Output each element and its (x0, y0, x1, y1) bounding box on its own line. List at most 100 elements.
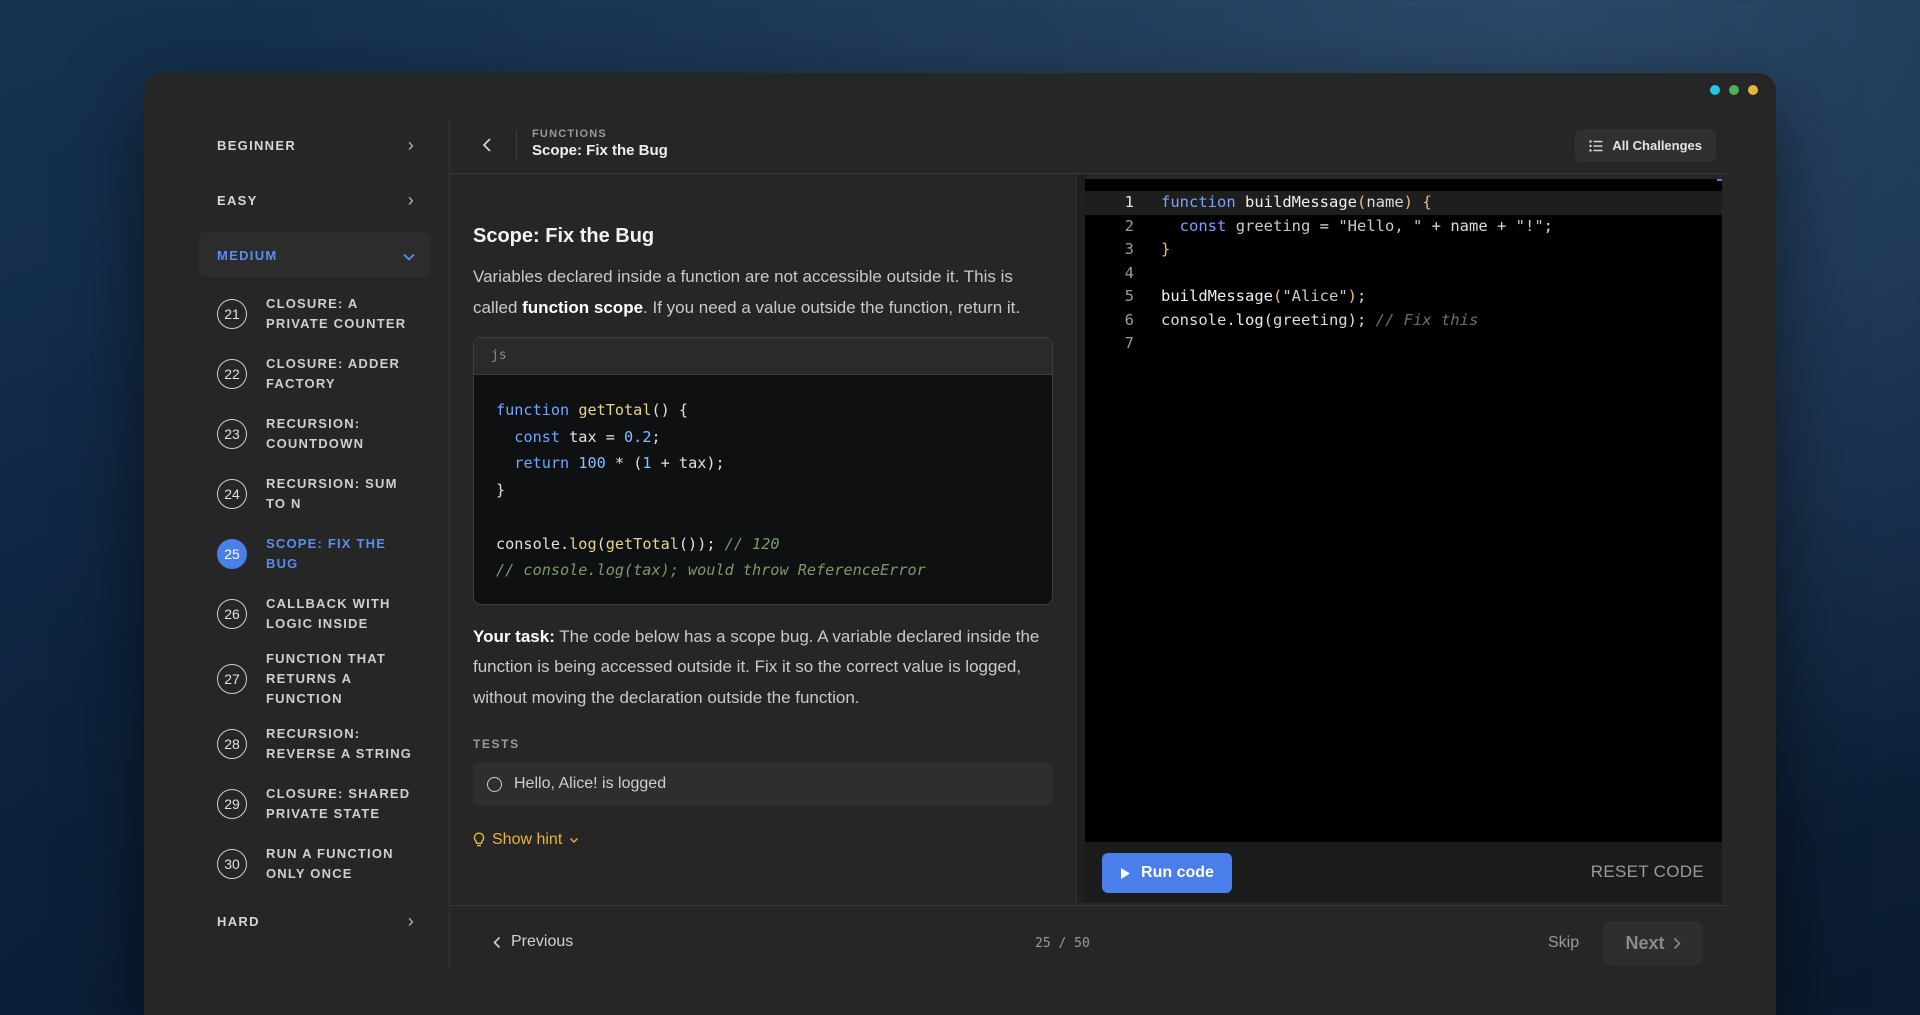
challenge-item-21[interactable]: 21 CLOSURE: A PRIVATE COUNTER (199, 284, 431, 344)
challenge-label: RECURSION: COUNTDOWN (266, 416, 365, 451)
challenge-number: 22 (217, 359, 247, 389)
challenge-label: RECURSION: SUM TO N (266, 476, 398, 511)
line-code: const greeting = "Hello, " + name + "!"; (1179, 216, 1554, 235)
header-separator (516, 130, 517, 160)
challenge-item-27[interactable]: 27 FUNCTION THAT RETURNS A FUNCTION (199, 644, 431, 714)
example-code-block: js function getTotal() { const tax = 0.2… (473, 337, 1053, 605)
category-label: FUNCTIONS (532, 128, 607, 140)
level-label: MEDIUM (217, 247, 278, 263)
footer-divider (450, 905, 1726, 906)
challenge-number: 23 (217, 419, 247, 449)
challenge-item-29[interactable]: 29 CLOSURE: SHARED PRIVATE STATE (199, 774, 431, 834)
task-description: Your task: The code below has a scope bu… (473, 622, 1053, 714)
window-dots (1710, 85, 1758, 95)
line-number: 6 (1124, 310, 1134, 329)
scroll-indicator (1717, 179, 1722, 181)
challenge-label: FUNCTION THAT RETURNS A FUNCTION (266, 651, 387, 706)
line-number: 7 (1124, 334, 1134, 352)
line-code: } (1161, 240, 1171, 258)
example-code: function getTotal() { const tax = 0.2; r… (496, 401, 926, 580)
level-easy[interactable]: EASY › (199, 173, 431, 228)
challenge-item-26[interactable]: 26 CALLBACK WITH LOGIC INSIDE (199, 584, 431, 644)
line-code: buildMessage("Alice"); (1161, 287, 1367, 305)
line-number: 4 (1124, 263, 1134, 282)
skip-button[interactable]: Skip (1548, 934, 1579, 952)
level-beginner[interactable]: BEGINNER › (199, 118, 431, 173)
editor-line: 4 (1085, 262, 1722, 286)
editor-line: 2 const greeting = "Hello, " + name + "!… (1085, 215, 1722, 239)
back-button[interactable] (474, 130, 500, 160)
progress-counter: 25 / 50 (1035, 936, 1090, 951)
challenge-label: CLOSURE: ADDER FACTORY (266, 356, 401, 391)
level-label: BEGINNER (217, 138, 297, 153)
all-challenges-button[interactable]: All Challenges (1575, 129, 1716, 162)
challenge-label: CALLBACK WITH LOGIC INSIDE (266, 596, 391, 631)
challenge-item-30[interactable]: 30 RUN A FUNCTION ONLY ONCE (199, 834, 431, 894)
challenge-label: CLOSURE: A PRIVATE COUNTER (266, 296, 407, 331)
level-medium[interactable]: MEDIUM (199, 232, 431, 278)
all-challenges-label: All Challenges (1612, 138, 1702, 153)
chevron-right-icon: › (407, 135, 415, 155)
intro-text-2: . If you need a value outside the functi… (643, 297, 1021, 317)
line-number: 2 (1124, 216, 1134, 235)
code-editor[interactable]: 1 function buildMessage(name) { 2 const … (1085, 179, 1722, 842)
challenge-label: RUN A FUNCTION ONLY ONCE (266, 846, 394, 881)
challenge-number: 30 (217, 849, 247, 879)
chevron-right-icon (1673, 937, 1681, 949)
editor-line: 3 } (1085, 238, 1722, 262)
editor-line: 6 console.log(greeting); // Fix this (1085, 309, 1722, 333)
chevron-left-icon (482, 138, 491, 152)
run-code-button[interactable]: Run code (1102, 853, 1232, 893)
lightbulb-icon (473, 832, 485, 847)
line-number: 1 (1124, 193, 1134, 211)
reset-code-button[interactable]: RESET CODE (1591, 862, 1704, 882)
challenge-number: 26 (217, 599, 247, 629)
level-hard[interactable]: HARD › (199, 894, 431, 949)
lesson-panel: Scope: Fix the Bug Variables declared in… (473, 219, 1053, 849)
lesson-intro: Variables declared inside a function are… (473, 262, 1053, 323)
challenge-item-28[interactable]: 28 RECURSION: REVERSE A STRING (199, 714, 431, 774)
sidebar-divider (449, 118, 450, 968)
pane-resize-handle[interactable] (1076, 174, 1085, 903)
test-label: Hello, Alice! is logged (514, 775, 667, 793)
code-language-label: js (474, 338, 1052, 375)
challenge-label: RECURSION: REVERSE A STRING (266, 726, 413, 761)
challenge-number: 24 (217, 479, 247, 509)
editor-line: 1 function buildMessage(name) { (1085, 191, 1722, 215)
challenge-number: 28 (217, 729, 247, 759)
play-icon (1121, 867, 1131, 879)
yellow-dot (1748, 85, 1758, 95)
challenge-label: CLOSURE: SHARED PRIVATE STATE (266, 786, 411, 821)
editor-line: 7 (1085, 332, 1722, 356)
challenge-item-25[interactable]: 25 SCOPE: FIX THE BUG (199, 524, 431, 584)
show-hint-button[interactable]: Show hint (473, 831, 1053, 849)
header: FUNCTIONS Scope: Fix the Bug All Challen… (450, 118, 1726, 174)
chevron-down-icon (403, 245, 415, 266)
chevron-right-icon: › (407, 190, 415, 210)
lesson-title: Scope: Fix the Bug (473, 225, 655, 247)
task-text: The code below has a scope bug. A variab… (473, 626, 1040, 707)
intro-bold: function scope (522, 297, 644, 317)
previous-button[interactable]: Previous (493, 933, 573, 951)
tests-heading: TESTS (473, 737, 520, 752)
line-number: 3 (1124, 240, 1134, 258)
task-label: Your task: (473, 626, 555, 646)
challenge-number: 29 (217, 789, 247, 819)
previous-label: Previous (511, 933, 574, 950)
level-label: EASY (217, 193, 258, 208)
challenge-number: 21 (217, 299, 247, 329)
challenge-label: SCOPE: FIX THE BUG (266, 536, 387, 571)
chevron-left-icon (493, 936, 501, 948)
breadcrumb: FUNCTIONS Scope: Fix the Bug (532, 128, 668, 159)
editor-line: 5 buildMessage("Alice"); (1085, 285, 1722, 309)
next-button[interactable]: Next (1603, 921, 1703, 965)
green-dot (1729, 85, 1739, 95)
challenge-item-22[interactable]: 22 CLOSURE: ADDER FACTORY (199, 344, 431, 404)
chevron-down-icon (570, 837, 579, 843)
challenge-item-23[interactable]: 23 RECURSION: COUNTDOWN (199, 404, 431, 464)
challenge-number: 25 (217, 539, 247, 569)
editor-toolbar: Run code RESET CODE (1085, 842, 1722, 903)
next-label: Next (1625, 932, 1665, 953)
challenge-item-24[interactable]: 24 RECURSION: SUM TO N (199, 464, 431, 524)
line-code: console.log(greeting); // Fix this (1161, 310, 1479, 329)
